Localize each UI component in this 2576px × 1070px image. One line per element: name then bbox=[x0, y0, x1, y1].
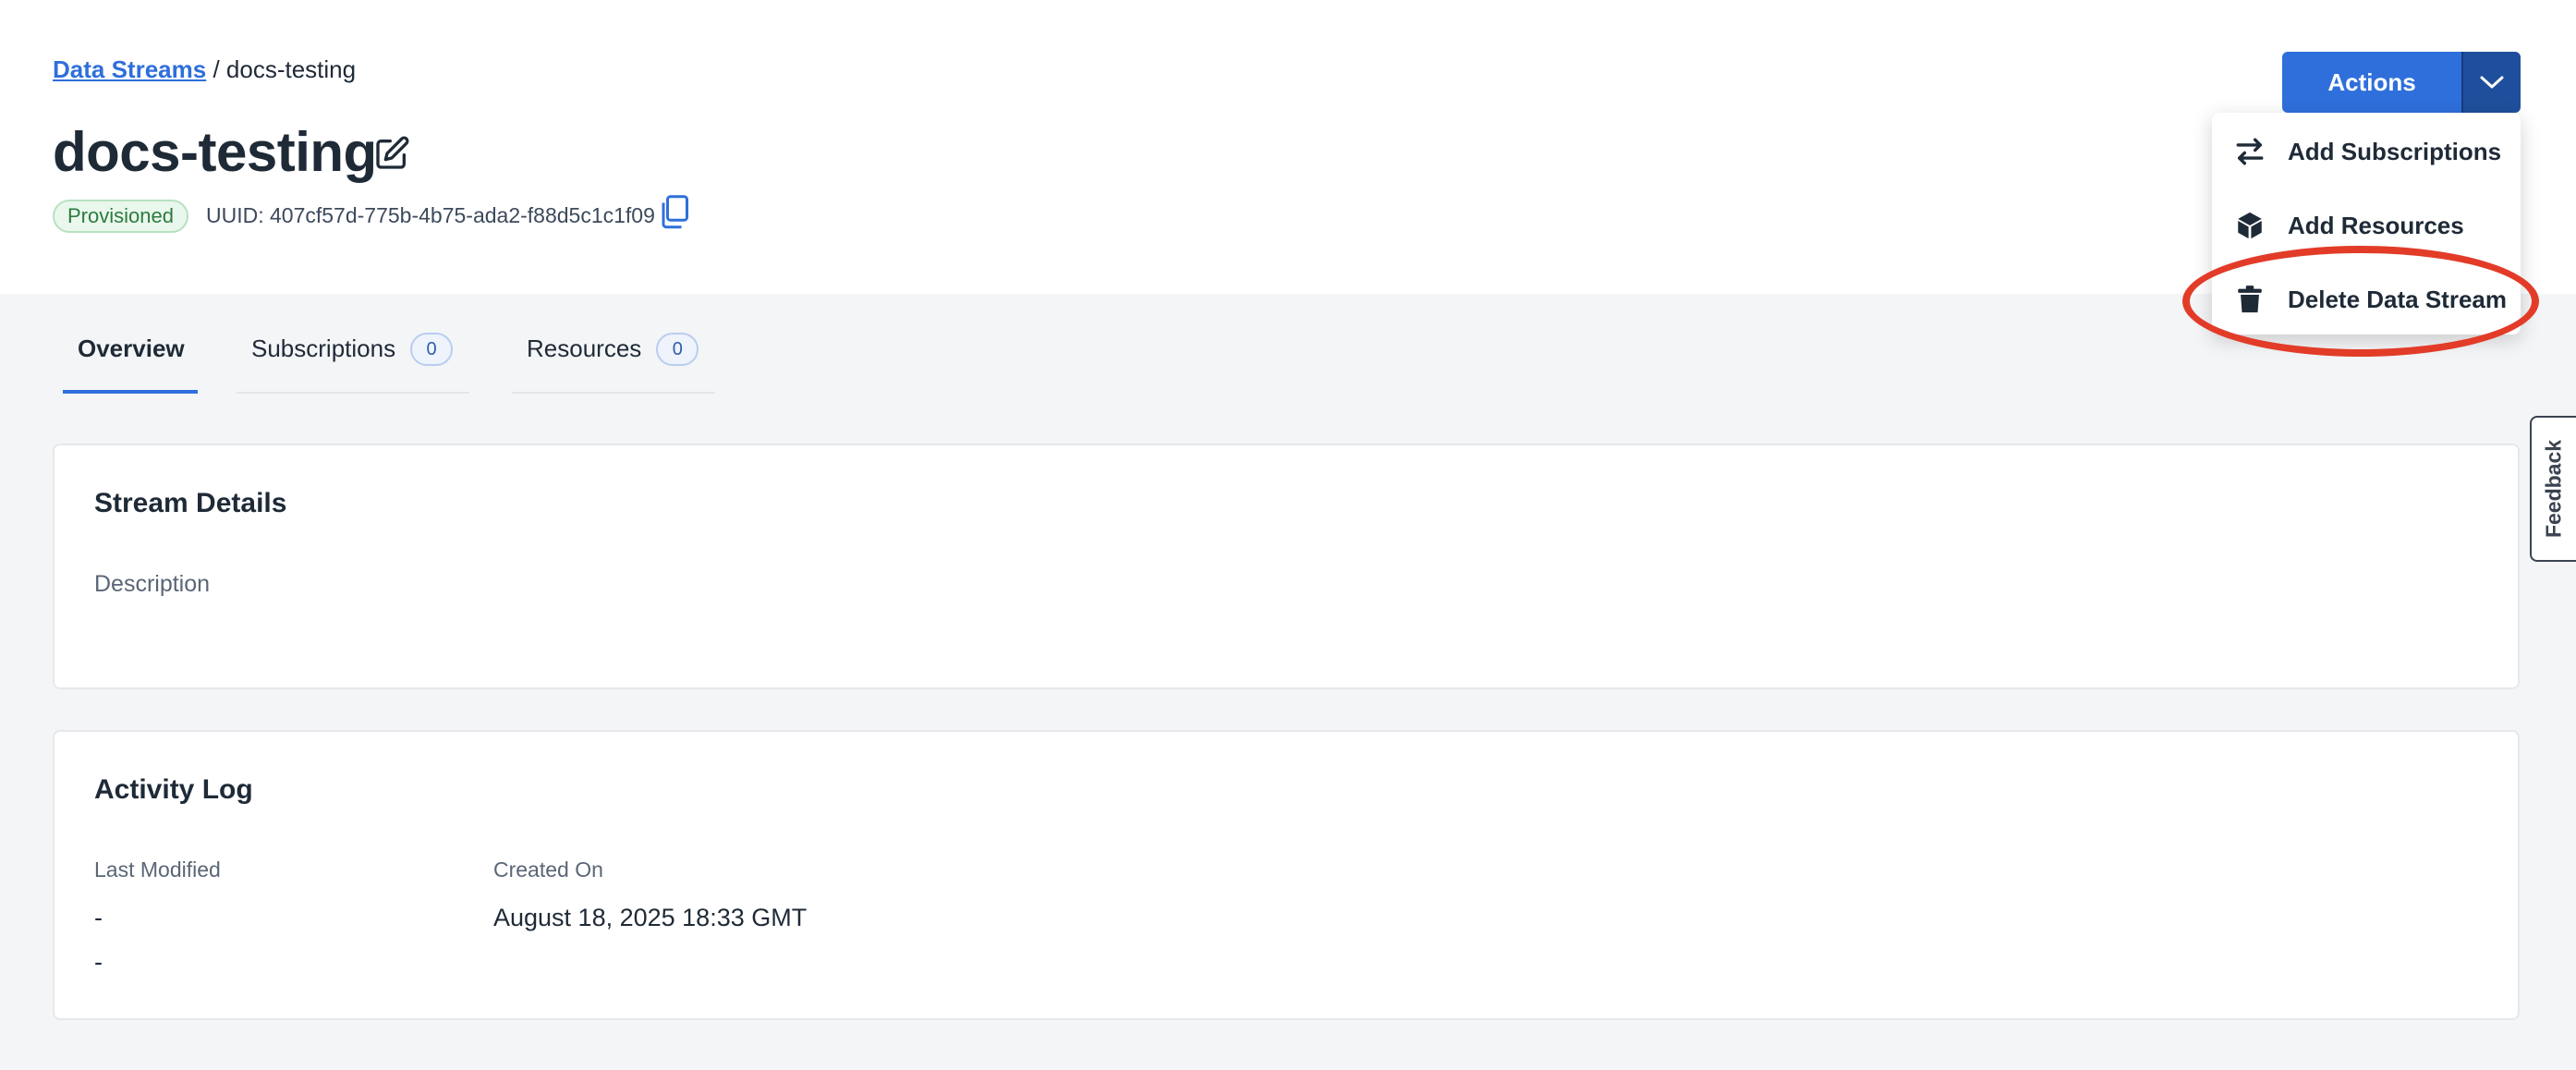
edit-icon[interactable] bbox=[373, 135, 410, 172]
copy-icon[interactable] bbox=[658, 194, 691, 231]
created-on-value: August 18, 2025 18:33 GMT bbox=[493, 904, 808, 931]
breadcrumb-data-streams-link[interactable]: Data Streams bbox=[53, 55, 206, 83]
last-modified-value: - bbox=[94, 904, 103, 931]
actions-button[interactable]: Actions bbox=[2282, 52, 2461, 113]
actions-dropdown-toggle[interactable] bbox=[2461, 52, 2521, 113]
tab-divider bbox=[512, 392, 715, 394]
activity-log-title: Activity Log bbox=[94, 774, 253, 805]
box-icon bbox=[2238, 212, 2262, 239]
tab-divider bbox=[237, 392, 469, 394]
tab-resources[interactable]: Resources 0 bbox=[512, 323, 715, 394]
tab-subscriptions[interactable]: Subscriptions 0 bbox=[237, 323, 469, 394]
actions-split-button: Actions bbox=[2282, 52, 2521, 113]
feedback-label: Feedback bbox=[2541, 439, 2566, 539]
stream-details-card: Stream Details Description bbox=[53, 444, 2520, 689]
menu-item-label: Add Subscriptions bbox=[2288, 137, 2502, 165]
swap-arrows-icon bbox=[2236, 138, 2264, 165]
breadcrumb-separator: / bbox=[213, 55, 220, 83]
feedback-tab[interactable]: Feedback bbox=[2530, 416, 2576, 562]
page-title: docs-testing bbox=[53, 121, 377, 183]
breadcrumb: Data Streams / docs-testing bbox=[53, 55, 356, 84]
uuid-text: UUID: 407cf57d-775b-4b75-ada2-f88d5c1c1f… bbox=[206, 203, 655, 227]
activity-log-card: Activity Log Last Modified - - Created O… bbox=[53, 730, 2520, 1020]
last-modified-value-secondary: - bbox=[94, 948, 103, 976]
tab-subscriptions-label: Subscriptions bbox=[251, 334, 396, 362]
description-label: Description bbox=[94, 571, 211, 597]
stream-details-title: Stream Details bbox=[94, 488, 287, 518]
tab-resources-label: Resources bbox=[527, 334, 642, 362]
subscriptions-count-badge: 0 bbox=[410, 333, 454, 366]
created-on-label: Created On bbox=[493, 857, 603, 882]
chevron-down-icon bbox=[2480, 76, 2504, 89]
tab-overview-label: Overview bbox=[78, 334, 185, 362]
resources-count-badge: 0 bbox=[656, 333, 699, 366]
highlight-circle-annotation bbox=[2182, 246, 2539, 357]
last-modified-label: Last Modified bbox=[94, 857, 221, 882]
menu-item-label: Add Resources bbox=[2288, 211, 2464, 239]
page-header: Data Streams / docs-testing docs-testing… bbox=[0, 0, 2576, 294]
breadcrumb-current: docs-testing bbox=[225, 55, 357, 83]
menu-item-add-subscriptions[interactable]: Add Subscriptions bbox=[2212, 122, 2521, 181]
status-badge: Provisioned bbox=[53, 200, 188, 233]
tab-overview[interactable]: Overview bbox=[63, 323, 198, 394]
